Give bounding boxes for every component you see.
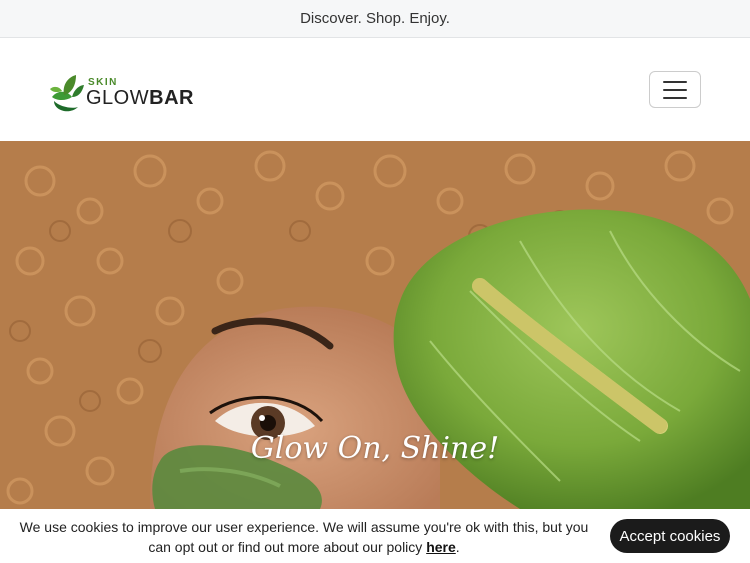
site-header: SKIN GLOWBAR	[0, 39, 750, 141]
accept-cookies-button[interactable]: Accept cookies	[610, 519, 730, 553]
cookie-message: We use cookies to improve our user exper…	[19, 519, 589, 555]
logo-glowbar-text: GLOWBAR	[86, 87, 194, 109]
hamburger-menu-icon	[663, 80, 687, 83]
announcement-bar: Discover. Shop. Enjoy.	[0, 0, 750, 38]
hero-title: Glow On, Shine!	[250, 431, 500, 466]
hero-banner: Glow On, Shine!	[0, 141, 750, 509]
cookie-policy-link[interactable]: here	[426, 539, 456, 555]
announcement-text: Discover. Shop. Enjoy.	[300, 10, 450, 27]
logo-wordmark: SKIN GLOWBAR	[86, 69, 198, 113]
menu-toggle-button[interactable]	[649, 71, 701, 108]
leaf-logo-icon	[50, 75, 84, 112]
cookie-banner: We use cookies to improve our user exper…	[0, 509, 750, 563]
site-logo[interactable]: SKIN GLOWBAR	[48, 66, 198, 116]
